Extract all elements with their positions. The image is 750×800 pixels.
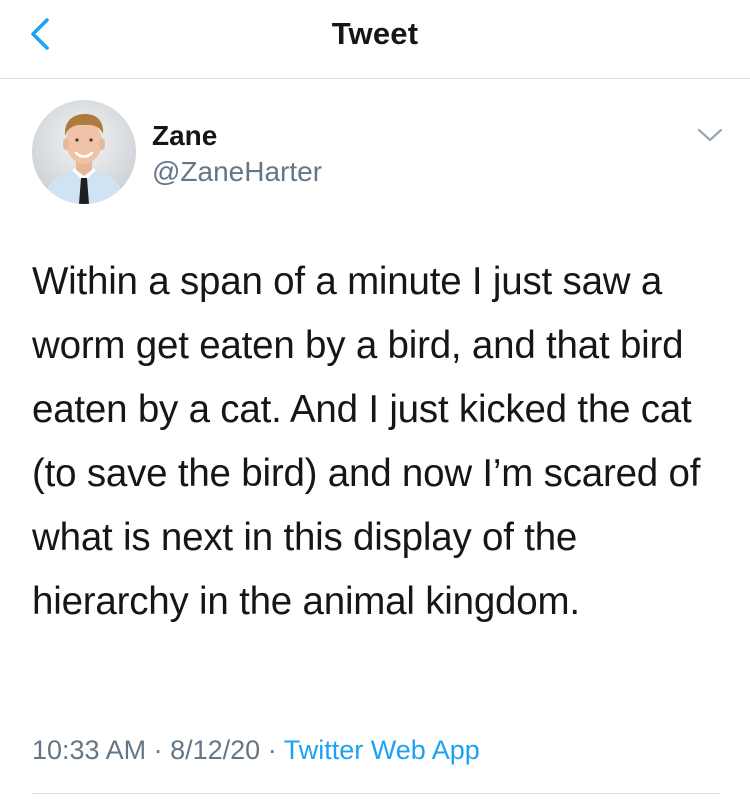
tweet-text: Within a span of a minute I just saw a w… xyxy=(32,260,701,623)
meta-separator: · xyxy=(153,735,163,765)
avatar[interactable] xyxy=(32,100,136,204)
tweet-menu-button[interactable] xyxy=(690,120,730,150)
avatar-photo xyxy=(32,100,136,204)
tweet-date: 8/12/20 xyxy=(170,735,261,765)
tweet-meta: 10:33 AM · 8/12/20 · Twitter Web App xyxy=(32,732,480,768)
meta-separator: · xyxy=(267,735,277,765)
page-title: Tweet xyxy=(331,16,419,51)
author-handle[interactable]: @ZaneHarter xyxy=(152,155,322,189)
navigation-bar: Tweet xyxy=(0,0,750,79)
tweet-author: Zane @ZaneHarter xyxy=(0,100,750,210)
tweet-source-link[interactable]: Twitter Web App xyxy=(284,735,480,765)
author-display-name[interactable]: Zane xyxy=(152,119,217,153)
chevron-down-icon xyxy=(697,128,723,142)
tweet-time: 10:33 AM xyxy=(32,735,147,765)
divider xyxy=(32,793,720,794)
